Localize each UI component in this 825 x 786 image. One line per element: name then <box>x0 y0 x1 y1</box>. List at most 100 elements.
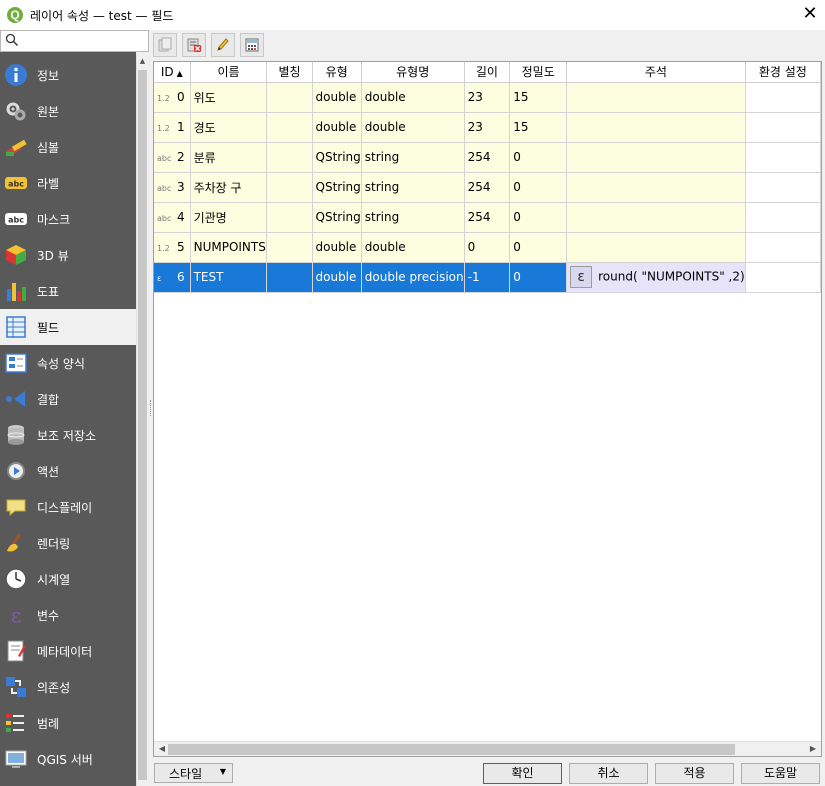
sidebar-item-info[interactable]: 정보 <box>0 57 136 93</box>
cell-length[interactable]: 0 <box>464 232 511 263</box>
cell-precision[interactable]: 0 <box>509 262 568 293</box>
table-row[interactable]: abc 3 주차장 구 QString string 254 0 <box>154 172 821 203</box>
cell-length[interactable]: 23 <box>464 82 511 113</box>
sidebar-item-diagrams[interactable]: 도표 <box>0 273 136 309</box>
cell-type[interactable]: double <box>312 262 362 293</box>
cell-configuration[interactable] <box>745 142 821 173</box>
cell-typename[interactable]: double <box>361 232 465 263</box>
cell-comment[interactable]: ε round( "NUMPOINTS" ,2) <box>566 262 746 293</box>
scroll-up-arrow-icon[interactable]: ▲ <box>138 57 147 67</box>
sidebar-item-actions[interactable]: 액션 <box>0 453 136 489</box>
cancel-button[interactable]: 취소 <box>569 763 648 784</box>
scroll-right-arrow-icon[interactable]: ▶ <box>807 744 819 755</box>
column-header-alias[interactable]: 별칭 <box>266 62 313 83</box>
cell-type[interactable]: double <box>312 112 362 143</box>
cell-alias[interactable] <box>266 112 313 143</box>
cell-typename[interactable]: string <box>361 202 465 233</box>
column-header-configuration[interactable]: 환경 설정 <box>745 62 821 83</box>
new-field-button[interactable] <box>153 33 177 57</box>
cell-length[interactable]: 254 <box>464 202 511 233</box>
cell-precision[interactable]: 0 <box>509 172 568 203</box>
column-header-name[interactable]: 이름 <box>190 62 268 83</box>
sidebar-item-mask[interactable]: abc 마스크 <box>0 201 136 237</box>
cell-type[interactable]: double <box>312 82 362 113</box>
column-header-precision[interactable]: 정밀도 <box>509 62 568 83</box>
sidebar-item-temporal[interactable]: 시계열 <box>0 561 136 597</box>
cell-alias[interactable] <box>266 172 313 203</box>
sidebar-item-source[interactable]: 원본 <box>0 93 136 129</box>
cell-id[interactable]: abc 4 <box>154 202 191 233</box>
apply-button[interactable]: 적용 <box>655 763 734 784</box>
cell-length[interactable]: 23 <box>464 112 511 143</box>
table-row[interactable]: ε 6 TEST double double precision -1 0 ε round( "… <box>154 262 821 293</box>
sidebar-item-fields[interactable]: 필드 <box>0 309 136 345</box>
cell-comment[interactable] <box>566 172 746 203</box>
cell-id[interactable]: ε6 <box>154 262 191 293</box>
cell-configuration[interactable] <box>745 82 821 113</box>
cell-length[interactable]: -1 <box>464 262 511 293</box>
cell-id[interactable]: 1.2 0 <box>154 82 191 113</box>
delete-field-button[interactable] <box>182 33 206 57</box>
sidebar-item-joins[interactable]: 결합 <box>0 381 136 417</box>
sidebar-item-qgis-server[interactable]: QGIS 서버 <box>0 741 136 777</box>
cell-typename[interactable]: string <box>361 172 465 203</box>
cell-alias[interactable] <box>266 82 313 113</box>
cell-typename[interactable]: double precision <box>361 262 465 293</box>
sidebar-scrollbar-thumb[interactable] <box>138 70 147 780</box>
cell-comment[interactable] <box>566 202 746 233</box>
cell-type[interactable]: QString <box>312 142 362 173</box>
cell-comment[interactable] <box>566 112 746 143</box>
table-row[interactable]: abc 2 분류 QString string 254 0 <box>154 142 821 173</box>
sidebar-item-3d-view[interactable]: 3D 뷰 <box>0 237 136 273</box>
column-header-comment[interactable]: 주석 <box>566 62 746 83</box>
expression-icon[interactable]: ε <box>570 266 593 288</box>
cell-type[interactable]: QString <box>312 202 362 233</box>
toggle-editing-button[interactable] <box>211 33 235 57</box>
cell-configuration[interactable] <box>745 172 821 203</box>
cell-alias[interactable] <box>266 232 313 263</box>
cell-configuration[interactable] <box>745 112 821 143</box>
sidebar-item-rendering[interactable]: 렌더링 <box>0 525 136 561</box>
sidebar-item-symbology[interactable]: 심볼 <box>0 129 136 165</box>
cell-precision[interactable]: 0 <box>509 232 568 263</box>
help-button[interactable]: 도움말 <box>741 763 820 784</box>
cell-name[interactable]: TEST <box>190 262 268 293</box>
cell-name[interactable]: 경도 <box>190 112 268 143</box>
field-calculator-button[interactable] <box>240 33 264 57</box>
cell-name[interactable]: 분류 <box>190 142 268 173</box>
cell-type[interactable]: QString <box>312 172 362 203</box>
cell-precision[interactable]: 15 <box>509 112 568 143</box>
cell-type[interactable]: double <box>312 232 362 263</box>
cell-configuration[interactable] <box>745 202 821 233</box>
cell-name[interactable]: 주차장 구 <box>190 172 268 203</box>
sidebar-item-labels[interactable]: abc 라벨 <box>0 165 136 201</box>
horizontal-scrollbar-thumb[interactable] <box>168 744 735 755</box>
style-dropdown-button[interactable]: 스타일 ▼ <box>154 763 233 783</box>
column-header-type[interactable]: 유형 <box>312 62 362 83</box>
horizontal-scrollbar[interactable]: ◀ ▶ <box>154 741 821 756</box>
cell-id[interactable]: abc 2 <box>154 142 191 173</box>
cell-alias[interactable] <box>266 262 313 293</box>
table-row[interactable]: 1.2 5 NUMPOINTS double double 0 0 <box>154 232 821 263</box>
sidebar-item-metadata[interactable]: 메타데이터 <box>0 633 136 669</box>
sidebar-item-display[interactable]: 디스플레이 <box>0 489 136 525</box>
cell-id[interactable]: 1.2 1 <box>154 112 191 143</box>
cell-id[interactable]: 1.2 5 <box>154 232 191 263</box>
cell-configuration[interactable] <box>745 262 821 293</box>
column-header-typename[interactable]: 유형명 <box>361 62 465 83</box>
table-row[interactable]: 1.2 1 경도 double double 23 15 <box>154 112 821 143</box>
cell-name[interactable]: NUMPOINTS <box>190 232 268 263</box>
table-row[interactable]: abc 4 기관명 QString string 254 0 <box>154 202 821 233</box>
scroll-left-arrow-icon[interactable]: ◀ <box>156 744 168 755</box>
cell-name[interactable]: 위도 <box>190 82 268 113</box>
cell-configuration[interactable] <box>745 232 821 263</box>
cell-precision[interactable]: 15 <box>509 82 568 113</box>
cell-id[interactable]: abc 3 <box>154 172 191 203</box>
cell-comment[interactable] <box>566 82 746 113</box>
sidebar-item-variables[interactable]: ε 변수 <box>0 597 136 633</box>
ok-button[interactable]: 확인 <box>483 763 562 784</box>
cell-comment[interactable] <box>566 232 746 263</box>
cell-alias[interactable] <box>266 142 313 173</box>
cell-length[interactable]: 254 <box>464 142 511 173</box>
cell-precision[interactable]: 0 <box>509 142 568 173</box>
